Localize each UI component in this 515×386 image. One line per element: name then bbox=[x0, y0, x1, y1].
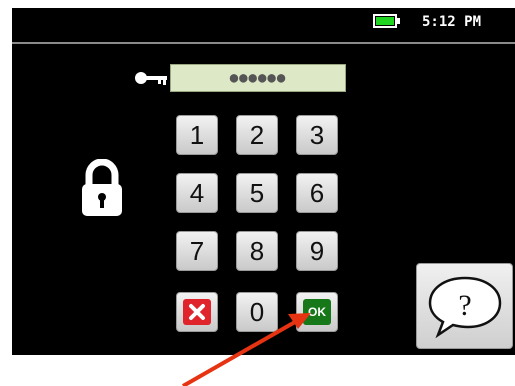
keypad-key-8[interactable]: 8 bbox=[236, 231, 278, 271]
battery-tip bbox=[397, 18, 400, 24]
keypad-key-5[interactable]: 5 bbox=[236, 173, 278, 213]
battery-icon bbox=[373, 14, 397, 28]
key-icon bbox=[135, 72, 167, 85]
help-glyph: ? bbox=[458, 289, 471, 322]
keypad-key-9[interactable]: 9 bbox=[296, 231, 338, 271]
keypad-key-3[interactable]: 3 bbox=[296, 115, 338, 155]
question-speech-bubble-icon: ? bbox=[428, 276, 502, 339]
clear-button[interactable] bbox=[176, 292, 218, 332]
clear-badge bbox=[183, 299, 211, 325]
device-screen: 5:12 PM ●●●●●● 1 2 3 4 5 6 7 8 9 0 OK ? bbox=[12, 8, 515, 355]
keypad-key-6[interactable]: 6 bbox=[296, 173, 338, 213]
ok-button[interactable]: OK bbox=[296, 292, 338, 332]
help-button[interactable]: ? bbox=[416, 263, 513, 349]
keypad-key-0[interactable]: 0 bbox=[236, 292, 278, 332]
status-bar: 5:12 PM bbox=[12, 8, 515, 44]
keypad-key-1[interactable]: 1 bbox=[176, 115, 218, 155]
ok-badge: OK bbox=[303, 299, 331, 325]
keypad-key-2[interactable]: 2 bbox=[236, 115, 278, 155]
keypad-key-4[interactable]: 4 bbox=[176, 173, 218, 213]
padlock-icon bbox=[82, 159, 122, 216]
keypad-key-7[interactable]: 7 bbox=[176, 231, 218, 271]
pin-input[interactable]: ●●●●●● bbox=[170, 64, 346, 92]
clock: 5:12 PM bbox=[422, 14, 482, 30]
delete-x-icon bbox=[189, 304, 205, 320]
ok-label: OK bbox=[308, 305, 326, 319]
